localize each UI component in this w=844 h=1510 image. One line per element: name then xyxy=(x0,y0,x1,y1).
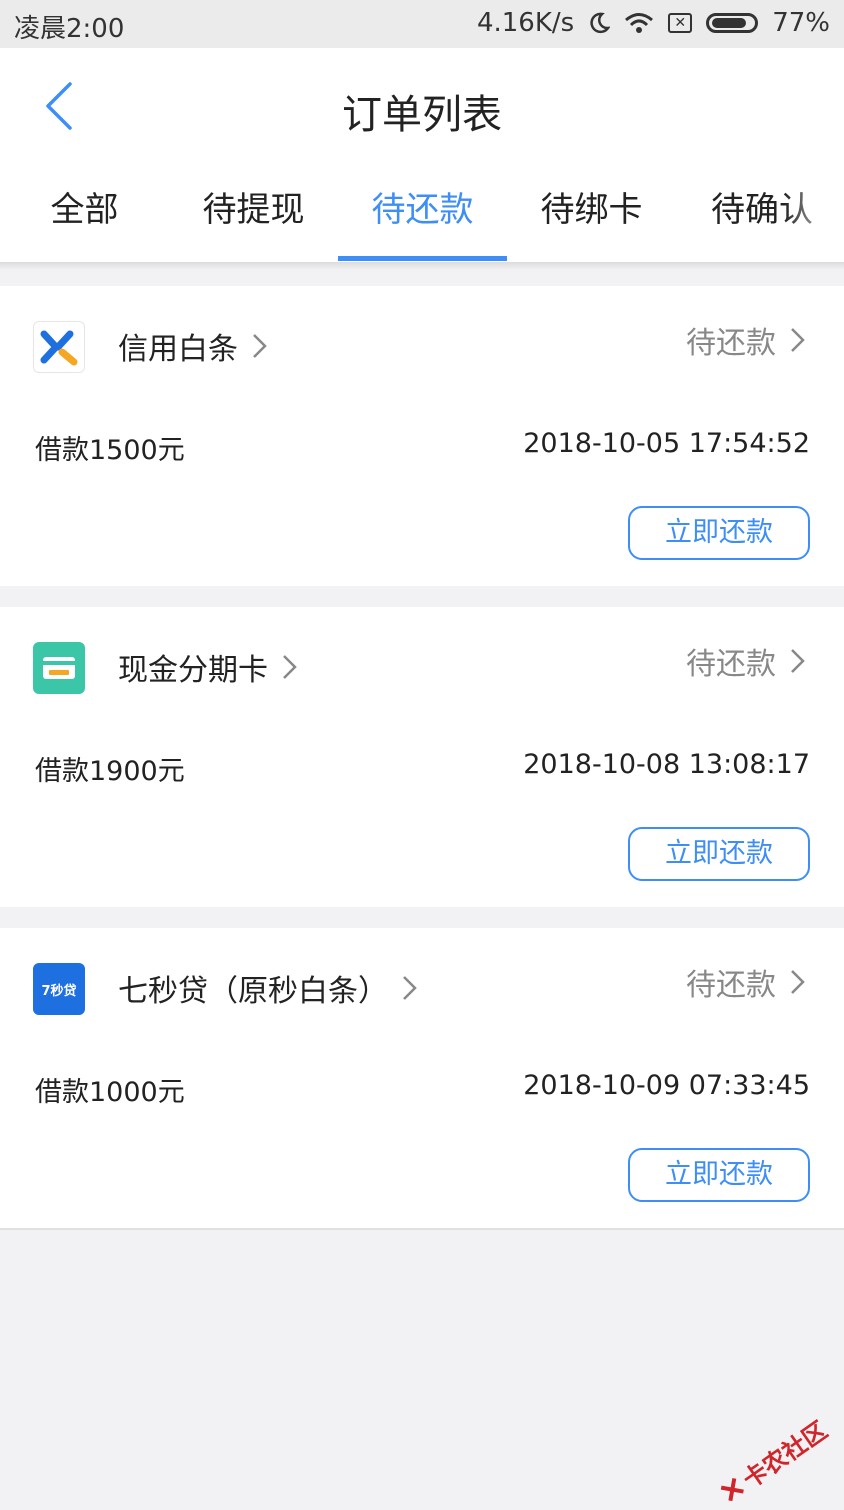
order-status: 待还款 xyxy=(686,968,776,1003)
lender-name-link[interactable]: 现金分期卡 xyxy=(118,645,300,689)
tab-pending-bind-card[interactable]: 待绑卡 xyxy=(507,188,676,262)
order-datetime: 2018-10-09 07:33:45 xyxy=(523,1070,810,1101)
status-bar: 凌晨2:00 4.16K/s ✕ 77% xyxy=(0,0,844,48)
watermark: 卡农社区 xyxy=(713,1411,833,1510)
chevron-right-icon xyxy=(253,334,267,358)
qimiaodai-logo: 7秒贷 xyxy=(33,963,85,1015)
cash-installment-card-logo xyxy=(33,642,85,694)
status-icons: 4.16K/s ✕ 77% xyxy=(477,8,830,38)
no-sim-icon: ✕ xyxy=(668,13,693,33)
chevron-right-icon xyxy=(403,976,417,1000)
order-status-link[interactable]: 待还款 xyxy=(686,960,808,1004)
order-status-link[interactable]: 待还款 xyxy=(686,318,808,362)
tab-fade xyxy=(784,188,844,262)
repay-now-button[interactable]: 立即还款 xyxy=(628,1148,810,1202)
lender-name: 信用白条 xyxy=(118,332,238,367)
header-divider xyxy=(0,262,844,270)
page-title: 订单列表 xyxy=(342,92,502,138)
network-speed: 4.16K/s xyxy=(476,8,575,38)
tab-all[interactable]: 全部 xyxy=(0,188,169,262)
xinyong-baitiao-logo xyxy=(33,321,85,373)
tab-pending-repay[interactable]: 待还款 xyxy=(338,188,507,262)
loan-amount: 借款1900元 xyxy=(35,756,185,787)
qimiaodai-logo-text: 7秒贷 xyxy=(41,983,77,999)
list-bottom-divider xyxy=(0,1228,844,1230)
order-datetime: 2018-10-08 13:08:17 xyxy=(523,749,810,780)
watermark-text: 卡农社区 xyxy=(737,1416,833,1495)
moon-icon xyxy=(590,12,611,34)
repay-now-button[interactable]: 立即还款 xyxy=(628,827,810,881)
tab-bar: 全部 待提现 待还款 待绑卡 待确认 xyxy=(0,188,844,262)
x-logo-icon xyxy=(40,330,78,366)
chevron-right-icon xyxy=(791,328,805,352)
chevron-right-icon xyxy=(791,649,805,673)
order-datetime: 2018-10-05 17:54:52 xyxy=(523,428,810,459)
order-status: 待还款 xyxy=(686,326,776,361)
battery-percent: 77% xyxy=(772,8,830,38)
order-status: 待还款 xyxy=(686,647,776,682)
battery-icon xyxy=(706,13,759,33)
page-header: 订单列表 全部 待提现 待还款 待绑卡 待确认 xyxy=(0,48,844,262)
tab-pending-withdraw[interactable]: 待提现 xyxy=(169,188,338,262)
status-time: 凌晨2:00 xyxy=(14,14,125,44)
order-card: 信用白条 待还款 借款1500元 2018-10-05 17:54:52 立即还… xyxy=(0,286,844,586)
repay-now-button[interactable]: 立即还款 xyxy=(628,506,810,560)
lender-name-link[interactable]: 信用白条 xyxy=(118,324,270,368)
chevron-right-icon xyxy=(283,655,297,679)
order-card: 7秒贷 七秒贷（原秒白条） 待还款 借款1000元 2018-10-09 07:… xyxy=(0,928,844,1228)
order-card: 现金分期卡 待还款 借款1900元 2018-10-08 13:08:17 立即… xyxy=(0,607,844,907)
lender-name: 现金分期卡 xyxy=(118,653,268,688)
card-logo-icon xyxy=(43,657,75,679)
loan-amount: 借款1000元 xyxy=(35,1077,185,1108)
lender-name-link[interactable]: 七秒贷（原秒白条） xyxy=(118,966,420,1010)
wifi-icon xyxy=(625,13,654,33)
order-status-link[interactable]: 待还款 xyxy=(686,639,808,683)
loan-amount: 借款1500元 xyxy=(35,435,185,466)
chevron-right-icon xyxy=(791,970,805,994)
lender-name: 七秒贷（原秒白条） xyxy=(118,974,388,1009)
tab-active-indicator xyxy=(338,256,507,261)
